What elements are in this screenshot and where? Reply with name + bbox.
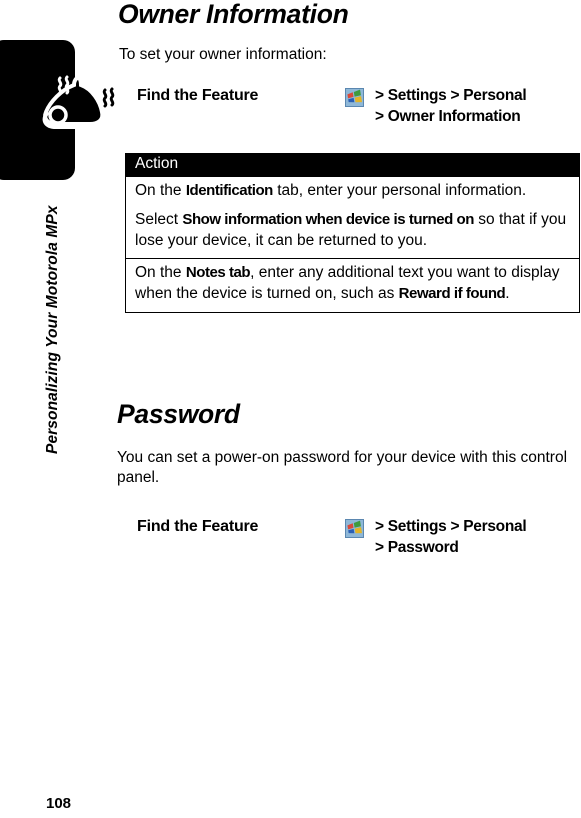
action-table-row: On the Identification tab, enter your pe… bbox=[126, 177, 579, 259]
menu-path-line-2: > Password bbox=[375, 538, 459, 556]
ui-literal: Notes tab bbox=[185, 264, 251, 282]
ui-literal: Reward if found bbox=[398, 285, 506, 303]
page-number: 108 bbox=[46, 795, 72, 812]
action-text: tab, enter your personal information. bbox=[272, 181, 527, 199]
action-table-row: On the Notes tab, enter any additional t… bbox=[126, 258, 579, 311]
owner-information-intro: To set your owner information: bbox=[119, 46, 327, 63]
menu-path-line-1: > Settings > Personal bbox=[375, 518, 527, 535]
action-paragraph: On the Notes tab, enter any additional t… bbox=[135, 263, 570, 304]
ui-literal: Show information when device is turned o… bbox=[182, 211, 474, 229]
action-table-header: Action bbox=[126, 153, 579, 177]
find-the-feature-owner-information: Find the Feature > Settings > Personal >… bbox=[117, 87, 581, 133]
action-table: Action On the Identification tab, enter … bbox=[125, 153, 580, 313]
password-intro: You can set a power-on password for your… bbox=[117, 449, 568, 487]
action-table-body: On the Identification tab, enter your pe… bbox=[126, 177, 579, 312]
find-the-feature-path: > Settings > Personal > Owner Informatio… bbox=[375, 86, 581, 127]
section-title-owner-information: Owner Information bbox=[118, 0, 349, 29]
section-title-password: Password bbox=[117, 399, 240, 429]
find-the-feature-label: Find the Feature bbox=[137, 518, 259, 535]
action-text: . bbox=[505, 285, 510, 303]
find-the-feature-password: Find the Feature > Settings > Personal >… bbox=[117, 518, 581, 564]
find-the-feature-path: > Settings > Personal > Password bbox=[375, 517, 581, 558]
bell-icon bbox=[26, 74, 116, 136]
action-text: Select bbox=[135, 211, 183, 229]
find-the-feature-label: Find the Feature bbox=[137, 87, 259, 104]
action-paragraph: On the Identification tab, enter your pe… bbox=[135, 181, 570, 202]
windows-start-icon[interactable] bbox=[345, 519, 364, 538]
menu-path-line-2: > Owner Information bbox=[375, 107, 521, 125]
action-text: On the bbox=[135, 264, 186, 282]
windows-start-icon[interactable] bbox=[345, 88, 364, 107]
chapter-vertical-title: Personalizing Your Motorola MPx bbox=[44, 205, 61, 454]
ui-literal: Identification bbox=[185, 181, 273, 199]
action-paragraph: Select Show information when device is t… bbox=[135, 210, 570, 251]
action-text: On the bbox=[135, 181, 186, 199]
menu-path-line-1: > Settings > Personal bbox=[375, 87, 527, 104]
